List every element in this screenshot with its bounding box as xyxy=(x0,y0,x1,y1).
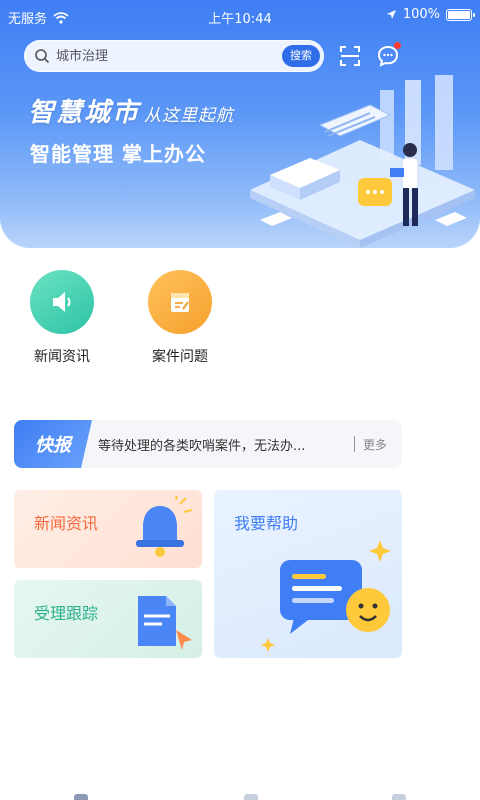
battery-percent: 100% xyxy=(402,7,440,22)
news-card-title: 新闻资讯 xyxy=(34,514,99,533)
hero-title-main: 智慧城市 xyxy=(28,98,141,128)
location-arrow-icon xyxy=(386,10,396,19)
search-button[interactable]: 搜索 xyxy=(282,45,320,67)
search-input[interactable] xyxy=(56,48,266,64)
divider xyxy=(354,436,355,452)
tracking-card[interactable]: 受理跟踪 xyxy=(14,580,202,658)
hero-title: 智慧城市 从这里起航 xyxy=(28,92,234,129)
tracking-card-title: 受理跟踪 xyxy=(34,604,99,623)
flash-news-more-link[interactable]: 更多 xyxy=(363,436,387,453)
speaker-icon xyxy=(30,270,94,334)
document-pointer-icon xyxy=(138,596,192,650)
notification-dot xyxy=(394,42,401,49)
scan-icon[interactable] xyxy=(336,42,364,70)
status-bar: 无服务 上午10:44 100% xyxy=(0,0,480,32)
quick-entry-news[interactable]: 新闻资讯 xyxy=(12,270,112,366)
bell-icon xyxy=(136,496,193,557)
tab-second[interactable] xyxy=(244,794,258,800)
hero-banner: 无服务 上午10:44 100% 搜索 xyxy=(0,0,480,248)
quick-entry-row: 新闻资讯 案件问题 xyxy=(0,270,480,380)
tab-home[interactable] xyxy=(74,794,88,800)
smart-city-illustration xyxy=(250,75,475,248)
news-card[interactable]: 新闻资讯 xyxy=(14,490,202,568)
quick-entry-case[interactable]: 案件问题 xyxy=(130,270,230,366)
flash-news-text[interactable]: 等待处理的各类吹哨案件，无法办... xyxy=(98,435,350,454)
flash-news-bar[interactable]: 快报 等待处理的各类吹哨案件，无法办... 更多 xyxy=(14,420,402,468)
hero-title-tail: 从这里起航 xyxy=(144,106,235,126)
tab-third[interactable] xyxy=(392,794,406,800)
battery-icon xyxy=(446,8,475,21)
quick-entry-case-label: 案件问题 xyxy=(152,349,208,365)
help-card[interactable]: 我要帮助 xyxy=(214,490,402,658)
search-bar[interactable]: 搜索 xyxy=(24,40,324,72)
message-icon[interactable] xyxy=(374,42,402,70)
bottom-tab-bar xyxy=(0,790,480,800)
flash-news-tag: 快报 xyxy=(14,420,92,468)
quick-entry-news-label: 新闻资讯 xyxy=(34,349,90,365)
notepad-icon xyxy=(148,270,212,334)
chat-smile-icon xyxy=(261,540,391,652)
search-icon xyxy=(35,49,50,64)
hero-subtitle: 智能管理 掌上办公 xyxy=(30,142,206,166)
